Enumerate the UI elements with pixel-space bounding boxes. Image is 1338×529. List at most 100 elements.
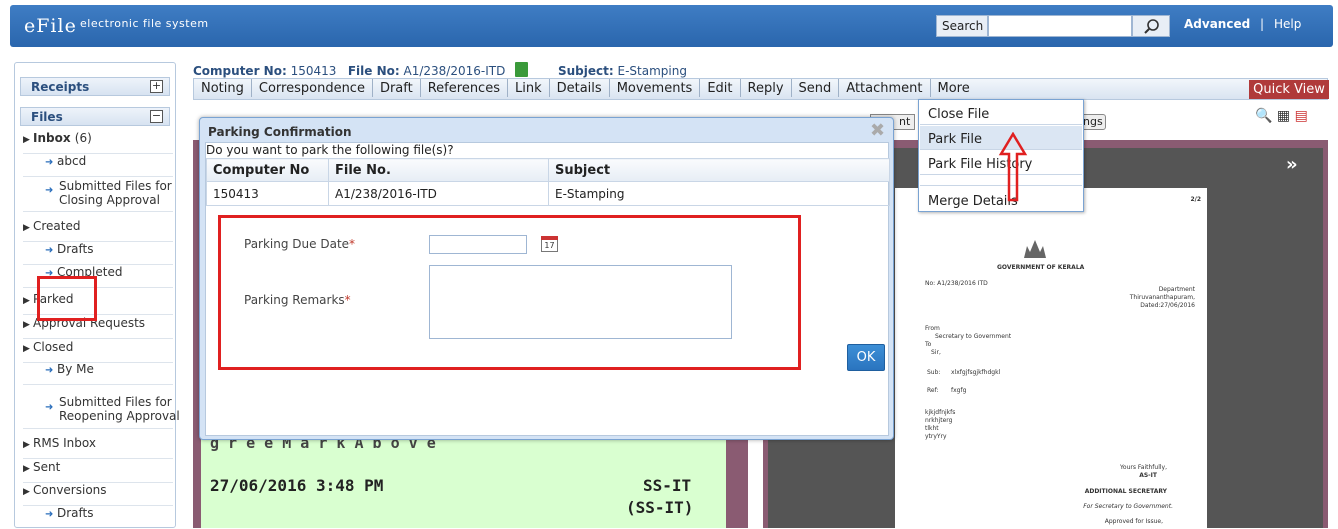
sidebar-item-label: By Me	[57, 362, 94, 376]
dialog-question: Do you want to park the following file(s…	[206, 143, 454, 157]
sidebar-item-label: Submitted Files for Closing Approval	[59, 179, 172, 207]
tab-noting[interactable]: Noting	[194, 79, 252, 97]
doc-sub: xlxfgjfsgjkfhdgkl	[951, 369, 1001, 376]
ok-button[interactable]: OK	[847, 344, 885, 371]
sidebar-item-label: Closed	[33, 340, 74, 354]
doc-page-no: 2/2	[1190, 196, 1201, 203]
doc-govt: GOVERNMENT OF KERALA	[997, 264, 1085, 271]
sidebar-item-conversion-drafts[interactable]: ➜ Drafts	[23, 506, 173, 529]
caret-right-icon: ▶	[23, 440, 30, 450]
sidebar-item-label: Submitted Files for Reopening Approval	[59, 395, 180, 423]
arrow-right-icon: ➜	[45, 245, 54, 256]
sidebar-item-sent[interactable]: ▶ Sent	[23, 460, 173, 483]
tab-link[interactable]: Link	[508, 79, 550, 97]
doc-ref-label: Ref:	[927, 387, 939, 394]
sidebar-item-label: Created	[33, 219, 81, 233]
files-label: Files	[31, 110, 63, 124]
files-section-header[interactable]: Files −	[20, 107, 170, 126]
pdf-download-icon[interactable]: ▤	[1295, 108, 1308, 124]
caret-right-icon: ▶	[23, 487, 30, 497]
search-input[interactable]	[988, 15, 1132, 37]
doc-body-1: kjkjdfnjkfs	[925, 409, 956, 416]
efile-logo[interactable]: eFile	[24, 15, 77, 37]
document-edit-icon[interactable]	[515, 62, 529, 77]
sidebar-item-created[interactable]: ▶ Created	[23, 219, 173, 242]
dialog-title: Parking Confirmation	[208, 125, 352, 139]
tab-references[interactable]: References	[421, 79, 508, 97]
sidebar-item-rms-inbox[interactable]: ▶ RMS Inbox	[23, 436, 173, 459]
sidebar-item-by-me[interactable]: ➜ By Me	[23, 362, 173, 385]
column-header: Computer No	[206, 158, 329, 182]
sidebar-item-conversions[interactable]: ▶ Conversions	[23, 483, 173, 506]
search-button[interactable]	[1132, 15, 1170, 37]
tab-send[interactable]: Send	[792, 79, 840, 97]
arrow-right-icon: ➜	[45, 365, 54, 376]
sidebar-item-inbox[interactable]: ▶ Inbox (6)	[23, 131, 173, 154]
header-separator: |	[1260, 17, 1265, 31]
sidebar-item-label: Drafts	[57, 506, 94, 520]
tab-correspondence[interactable]: Correspondence	[252, 79, 373, 97]
annotation-box-parked	[37, 276, 97, 321]
expand-icon[interactable]: +	[150, 80, 163, 93]
sidebar-item-closed[interactable]: ▶ Closed	[23, 340, 173, 363]
column-header: File No.	[328, 158, 549, 182]
tab-more[interactable]: More	[931, 79, 977, 97]
tab-details[interactable]: Details	[550, 79, 610, 97]
note-role: SS-IT	[643, 476, 692, 495]
caret-right-icon: ▶	[23, 135, 30, 145]
expand-pane-icon[interactable]: »	[1286, 154, 1298, 175]
zoom-in-icon[interactable]: 🔍	[1255, 108, 1272, 124]
quick-view-button[interactable]: Quick View	[1249, 80, 1329, 99]
caret-right-icon: ▶	[23, 320, 30, 330]
menu-item-close-file[interactable]: Close File	[920, 101, 1082, 125]
cell-subject: E-Stamping	[548, 181, 890, 206]
tab-reply[interactable]: Reply	[741, 79, 792, 97]
inbox-count: (6)	[74, 131, 92, 145]
search-icon	[1144, 19, 1159, 34]
caret-right-icon: ▶	[23, 223, 30, 233]
help-link[interactable]: Help	[1274, 17, 1301, 31]
doc-no: No: A1/238/2016 ITD	[925, 280, 988, 287]
doc-for: For Secretary to Government.	[1083, 503, 1173, 510]
doc-sign: AS-IT	[1139, 472, 1157, 479]
doc-sub-label: Sub:	[927, 369, 941, 376]
computer-no-label: Computer No:	[193, 64, 287, 78]
annotation-box-form	[218, 215, 801, 370]
grid-view-icon[interactable]: ▦	[1277, 108, 1290, 124]
subject-value: E-Stamping	[617, 64, 687, 78]
sidebar-item-label: Conversions	[33, 483, 107, 497]
caret-right-icon: ▶	[23, 344, 30, 354]
receipts-label: Receipts	[31, 80, 90, 94]
computer-no-value: 150413	[290, 64, 337, 78]
receipts-section-header[interactable]: Receipts +	[20, 77, 170, 96]
note-role-paren: (SS-IT)	[626, 498, 694, 517]
doc-city: Thiruvananthapuram,	[1129, 294, 1195, 301]
advanced-search-link[interactable]: Advanced	[1184, 17, 1250, 31]
sidebar-item-drafts[interactable]: ➜ Drafts	[23, 242, 173, 265]
tab-edit[interactable]: Edit	[700, 79, 741, 97]
files-table: Computer No File No. Subject 150413 A1/2…	[206, 158, 890, 206]
sidebar-item-abcd[interactable]: ➜ abcd	[23, 154, 173, 177]
sidebar-item-label: Drafts	[57, 242, 94, 256]
arrow-right-icon: ➜	[45, 402, 54, 413]
arrow-right-icon: ➜	[45, 185, 54, 196]
tab-attachment[interactable]: Attachment	[839, 79, 931, 97]
sidebar-item-submitted-closing[interactable]: ➜ Submitted Files for Closing Approval	[23, 178, 173, 212]
doc-desig: ADDITIONAL SECRETARY	[1084, 488, 1167, 495]
doc-approved: Approved for Issue,	[1104, 518, 1163, 525]
doc-yours: Yours Faithfully,	[1120, 464, 1167, 471]
file-no-value: A1/238/2016-ITD	[403, 64, 506, 78]
cell-computer-no: 150413	[206, 181, 329, 206]
sidebar-item-label: Inbox	[33, 131, 71, 145]
search-label: Search	[936, 15, 988, 37]
tab-draft[interactable]: Draft	[373, 79, 421, 97]
sidebar-item-submitted-reopening[interactable]: ➜ Submitted Files for Reopening Approval	[23, 391, 180, 429]
doc-from: From	[925, 325, 940, 332]
note-date: 27/06/2016 3:48 PM	[210, 476, 384, 495]
file-toolbar: Noting Correspondence Draft References Link D…	[193, 78, 1328, 100]
table-row: 150413 A1/238/2016-ITD E-Stamping	[206, 181, 890, 206]
tab-movements[interactable]: Movements	[610, 79, 701, 97]
collapse-icon[interactable]: −	[150, 110, 163, 123]
doc-ref: fxgfg	[951, 387, 967, 394]
close-icon[interactable]: ✖	[870, 120, 885, 141]
